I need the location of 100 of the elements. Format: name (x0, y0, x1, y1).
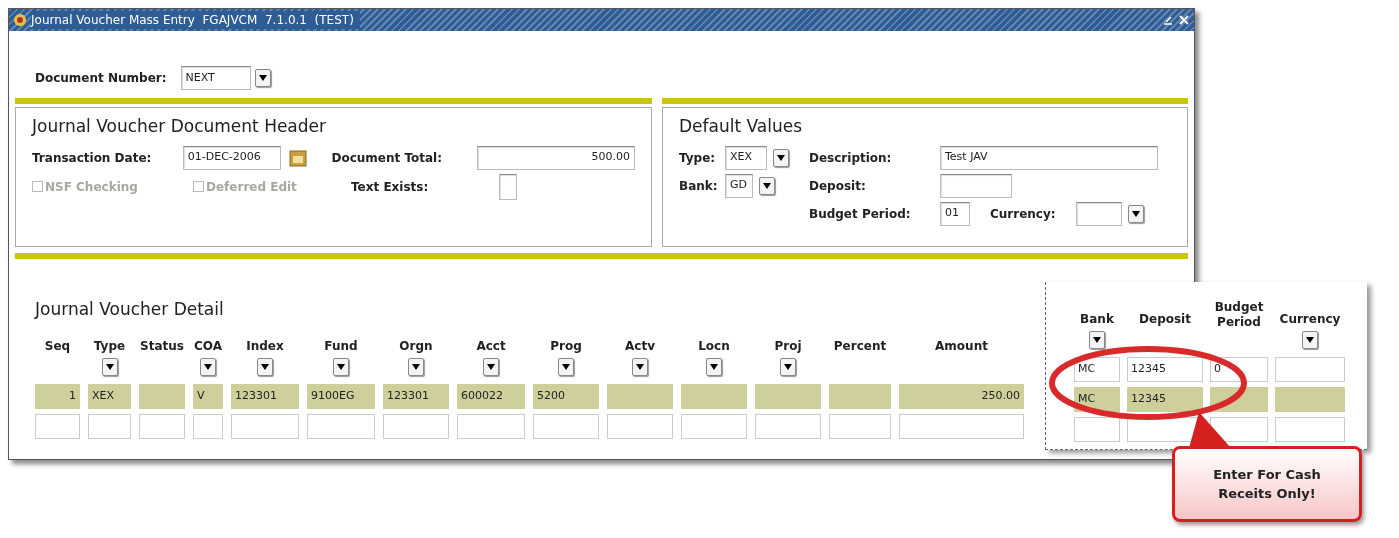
field-label: Deposit: (809, 177, 867, 195)
field-label: Budget Period: (809, 205, 912, 223)
dropdown-button[interactable] (408, 357, 424, 376)
table-cell[interactable] (307, 413, 375, 439)
panel-title: Journal Voucher Document Header (32, 115, 328, 138)
date-field[interactable]: 01-DEC-2006 (182, 145, 282, 170)
dropdown-button[interactable] (333, 357, 349, 376)
column-header: Proj (774, 337, 802, 355)
callout-bubble: Enter For Cash Receits Only! (1172, 446, 1362, 522)
table-cell[interactable]: 600022 (457, 383, 525, 409)
table-cell[interactable] (607, 383, 673, 409)
table-cell[interactable]: 123301 (383, 383, 449, 409)
table-cell[interactable] (899, 413, 1024, 439)
close-icon[interactable] (1178, 14, 1190, 26)
column-header: Type (93, 337, 126, 355)
table-cell[interactable] (755, 383, 821, 409)
dropdown-button[interactable] (773, 148, 789, 167)
field-label: Document Number: (35, 70, 167, 87)
column-header: Prog (550, 337, 582, 355)
caret-icon (562, 363, 570, 370)
table-cell[interactable] (88, 413, 131, 439)
dropdown-button[interactable] (257, 357, 273, 376)
dropdown-button[interactable] (1089, 331, 1105, 349)
table-cell[interactable]: MC (1074, 357, 1120, 382)
table-cell[interactable]: 9100EG (307, 383, 375, 409)
caret-icon (636, 363, 644, 370)
dropdown-button[interactable] (1128, 204, 1144, 223)
caret-icon (763, 182, 771, 189)
table-cell[interactable] (231, 413, 299, 439)
table-cell[interactable]: 5200 (533, 383, 599, 409)
table-cell[interactable] (457, 413, 525, 439)
column-header: Bank (1080, 311, 1114, 328)
panel-title: Default Values (679, 115, 804, 138)
dropdown-button[interactable] (558, 357, 574, 376)
column-header: Currency (1279, 311, 1341, 328)
dropdown-button[interactable] (706, 357, 722, 376)
text-field[interactable]: XEX (725, 145, 767, 170)
text-field[interactable]: GD (725, 173, 753, 198)
checkbox-label: Deferred Edit (206, 178, 297, 196)
table-cell[interactable]: 123301 (231, 383, 299, 409)
table-cell[interactable] (533, 413, 599, 439)
text-field[interactable]: Test JAV (940, 145, 1158, 170)
table-cell[interactable]: 12345 (1127, 357, 1203, 382)
field-label: Transaction Date: (32, 149, 153, 167)
column-header: Seq (44, 337, 71, 355)
section-title: Journal Voucher Detail (35, 298, 224, 321)
table-cell[interactable] (383, 413, 449, 439)
text-exists-field[interactable] (499, 173, 517, 200)
table-cell[interactable]: 1 (35, 383, 80, 409)
column-header: Amount (935, 337, 988, 355)
table-cell[interactable] (193, 413, 223, 439)
table-cell[interactable] (681, 413, 747, 439)
table-cell[interactable] (1074, 417, 1120, 442)
column-header: Actv (625, 337, 655, 355)
column-header: Index (246, 337, 284, 355)
caret-icon (258, 75, 267, 81)
table-cell[interactable] (829, 383, 891, 409)
checkbox-label: NSF Checking (45, 178, 138, 196)
caret-icon (487, 363, 495, 370)
table-cell[interactable] (35, 413, 80, 439)
table-cell[interactable] (755, 413, 821, 439)
table-cell[interactable]: 250.00 (899, 383, 1024, 409)
table-cell[interactable]: XEX (88, 383, 131, 409)
table-cell[interactable] (1275, 357, 1345, 382)
table-cell[interactable] (139, 383, 185, 409)
text-field[interactable]: NEXT (180, 66, 251, 90)
column-header: Percent (833, 337, 887, 355)
text-field[interactable] (940, 173, 1012, 198)
table-cell[interactable] (607, 413, 673, 439)
amount-field[interactable]: 500.00 (477, 145, 635, 170)
column-header: Acct (476, 337, 506, 355)
app-icon (13, 13, 27, 27)
table-cell[interactable] (1275, 417, 1345, 442)
column-header: Budget Period (1213, 300, 1265, 330)
dropdown-button[interactable] (254, 69, 271, 87)
table-cell[interactable]: V (193, 383, 223, 409)
dropdown-button[interactable] (483, 357, 499, 376)
caret-icon (105, 363, 114, 370)
dropdown-button[interactable] (1302, 331, 1318, 349)
calendar-icon[interactable] (289, 148, 308, 167)
field-label: Bank: (679, 177, 719, 195)
table-cell[interactable]: 12345 (1127, 387, 1203, 412)
dropdown-button[interactable] (200, 357, 216, 376)
table-cell[interactable] (829, 413, 891, 439)
text-field[interactable]: 01 (940, 201, 970, 226)
caret-icon (337, 363, 345, 370)
field-label: Currency: (990, 205, 1057, 223)
table-cell[interactable] (139, 413, 185, 439)
window-title: Journal Voucher Mass Entry FGAJVCM 7.1.0.1 (TEST) (31, 11, 360, 29)
minimize-icon[interactable] (1162, 14, 1174, 26)
table-cell[interactable] (681, 383, 747, 409)
column-header: Status (140, 337, 184, 355)
text-field[interactable] (1076, 201, 1122, 226)
dropdown-button[interactable] (780, 357, 796, 376)
table-cell[interactable] (1275, 387, 1345, 412)
field-label: Type: (679, 149, 717, 167)
dropdown-button[interactable] (759, 176, 775, 195)
dropdown-button[interactable] (632, 357, 648, 376)
dropdown-button[interactable] (101, 357, 118, 376)
caret-icon (784, 363, 792, 370)
